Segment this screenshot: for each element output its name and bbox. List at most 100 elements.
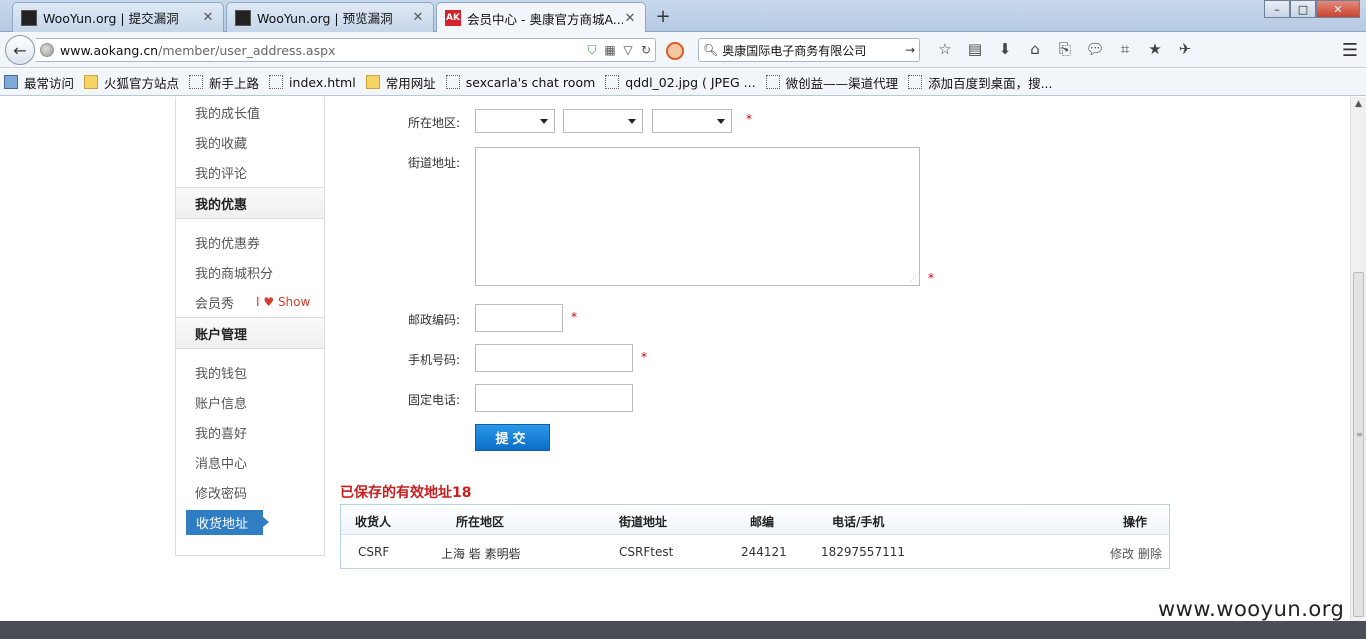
sidebar-item-points[interactable]: 我的商城积分 — [176, 257, 324, 287]
sidebar-item-growth[interactable]: 我的成长值 — [176, 97, 324, 127]
page-icon — [269, 75, 284, 89]
delete-link[interactable]: 删除 — [1138, 545, 1162, 562]
scroll-up-icon[interactable]: ▲ — [1351, 99, 1366, 109]
navigation-toolbar: ← www.aokang.cn/member/user_address.aspx… — [0, 32, 1366, 68]
bookmark-item[interactable]: 微创益——渠道代理 — [765, 73, 899, 92]
reading-list-icon[interactable]: ▤ — [960, 40, 990, 58]
postcode-input[interactable] — [475, 304, 563, 332]
page-icon — [445, 75, 460, 89]
window-controls: – □ ✕ — [1264, 0, 1360, 18]
sidebar-item-member-show[interactable]: 会员秀 I ♥ Show — [176, 287, 324, 317]
cell-phone: 18297557111 — [821, 545, 905, 559]
url-path: /member/user_address.aspx — [158, 42, 336, 58]
mobile-input[interactable] — [475, 344, 633, 372]
sidebar-item-reviews[interactable]: 我的评论 — [176, 157, 324, 187]
maximize-icon[interactable]: □ — [1290, 0, 1316, 18]
vertical-scrollbar[interactable]: ▲ ≡ — [1350, 97, 1366, 621]
search-input[interactable]: 奥康国际电子商务有限公司 — [722, 42, 905, 59]
new-tab-button[interactable]: + — [652, 5, 674, 27]
bookmark-item[interactable]: 新手上路 — [189, 73, 259, 92]
bookmark-label: 新手上路 — [209, 75, 260, 91]
tab-title: WooYun.org | 提交漏洞 — [43, 11, 179, 26]
back-button[interactable]: ← — [5, 35, 35, 65]
required-mark: * — [641, 350, 647, 364]
member-sidebar: 我的成长值 我的收藏 我的评论 我的优惠 我的优惠券 我的商城积分 会员秀 I ♥… — [175, 97, 325, 556]
table-header: 收货人 所在地区 街道地址 邮编 电话/手机 操作 — [341, 505, 1169, 535]
sidebar-item-favorites[interactable]: 我的收藏 — [176, 127, 324, 157]
noscript-icon[interactable] — [666, 42, 684, 60]
bookmark-item[interactable]: index.html — [269, 75, 356, 90]
cell-postcode: 244121 — [741, 545, 787, 559]
sidebar-item-label: 账户信息 — [195, 396, 248, 412]
qr-code-icon[interactable]: ▦ — [601, 43, 619, 57]
bookmark-item[interactable]: 最常访问 — [4, 73, 74, 92]
folder-icon — [84, 75, 99, 89]
sidebar-item-shipping-address[interactable]: 收货地址 — [176, 507, 324, 537]
search-bar[interactable]: 🔍︎ 奥康国际电子商务有限公司 → — [698, 38, 920, 62]
close-icon[interactable]: ✕ — [201, 10, 215, 25]
sidebar-item-coupons[interactable]: 我的优惠券 — [176, 227, 324, 257]
arrow-right-icon[interactable]: → — [905, 43, 915, 57]
share-icon[interactable]: ⎘ — [1050, 40, 1080, 58]
search-icon: 🔍︎ — [703, 43, 719, 57]
globe-icon — [40, 43, 54, 57]
sidebar-item-label: 我的商城积分 — [195, 266, 274, 282]
address-table: 收货人 所在地区 街道地址 邮编 电话/手机 操作 CSRF 上海 砦 素明砦 … — [340, 504, 1170, 569]
sidebar-item-change-password[interactable]: 修改密码 — [176, 477, 324, 507]
province-select[interactable] — [475, 109, 555, 133]
url-bar[interactable]: www.aokang.cn/member/user_address.aspx ⛉… — [36, 38, 656, 62]
tab-title: WooYun.org | 预览漏洞 — [257, 11, 393, 26]
district-select[interactable] — [652, 109, 732, 133]
extension-icon[interactable]: ✈ — [1170, 40, 1200, 58]
edit-link[interactable]: 修改 — [1110, 545, 1134, 562]
close-icon[interactable]: ✕ — [411, 10, 425, 25]
shield-icon[interactable]: ⛉ — [583, 43, 601, 58]
bookmark-folder[interactable]: 常用网址 — [365, 73, 436, 92]
phone-label: 固定电话: — [407, 393, 460, 407]
close-window-icon[interactable]: ✕ — [1316, 0, 1360, 18]
chat-icon[interactable]: 💬︎ — [1080, 40, 1110, 58]
reload-icon[interactable]: ↻ — [637, 43, 655, 57]
tab-wooyun-submit[interactable]: WooYun.org | 提交漏洞 ✕ — [12, 2, 224, 32]
cell-region: 上海 砦 素明砦 — [441, 547, 521, 561]
hamburger-menu-icon[interactable]: ☰ — [1342, 40, 1358, 61]
sidebar-item-wallet[interactable]: 我的钱包 — [176, 357, 324, 387]
bookmark-label: 微创益——渠道代理 — [785, 75, 899, 91]
page-icon — [765, 75, 780, 89]
submit-button[interactable]: 提交 — [475, 424, 550, 451]
sidebar-item-label: 我的喜好 — [195, 426, 248, 442]
url-text[interactable]: www.aokang.cn/member/user_address.aspx — [60, 43, 583, 58]
bookmark-label: index.html — [289, 74, 356, 90]
bookmark-item[interactable]: sexcarla's chat room — [445, 75, 595, 90]
sidebar-item-label: 我的评论 — [195, 166, 248, 182]
chevron-down-icon — [628, 119, 636, 124]
crop-icon[interactable]: ⌗ — [1110, 40, 1140, 58]
sidebar-item-messages[interactable]: 消息中心 — [176, 447, 324, 477]
favorite-extension-icon[interactable]: ★ — [1140, 40, 1170, 58]
bookmark-item[interactable]: qddl_02.jpg ( JPEG ... — [605, 75, 756, 90]
dropdown-icon[interactable]: ▽ — [619, 43, 637, 57]
cell-name: CSRF — [358, 545, 390, 559]
minimize-icon[interactable]: – — [1264, 0, 1290, 18]
download-icon[interactable]: ⬇ — [990, 40, 1020, 58]
street-textarea[interactable]: ⋰ — [475, 147, 920, 286]
bookmark-folder[interactable]: 火狐官方站点 — [84, 73, 179, 92]
postcode-label: 邮政编码: — [407, 313, 460, 327]
bookmark-item[interactable]: 添加百度到桌面，搜... — [908, 73, 1053, 92]
sidebar-item-preferences[interactable]: 我的喜好 — [176, 417, 324, 447]
resize-grip-icon[interactable]: ⋰ — [910, 275, 917, 283]
sidebar-item-account-info[interactable]: 账户信息 — [176, 387, 324, 417]
page-icon — [605, 75, 620, 89]
show-badge: I ♥ Show — [256, 295, 311, 309]
tab-wooyun-preview[interactable]: WooYun.org | 预览漏洞 ✕ — [226, 2, 434, 32]
phone-input[interactable] — [475, 384, 633, 412]
scrollbar-thumb[interactable]: ≡ — [1353, 272, 1364, 617]
bookmark-label: 添加百度到桌面，搜... — [928, 75, 1053, 91]
required-mark: * — [571, 310, 577, 324]
home-icon[interactable]: ⌂ — [1020, 40, 1050, 58]
column-header: 电话/手机 — [832, 515, 885, 529]
city-select[interactable] — [563, 109, 643, 133]
bookmark-star-icon[interactable]: ☆ — [930, 40, 960, 58]
tab-aokang-member[interactable]: AK 会员中心 - 奥康官方商城A... ✕ — [436, 2, 646, 33]
close-icon[interactable]: ✕ — [623, 11, 637, 26]
